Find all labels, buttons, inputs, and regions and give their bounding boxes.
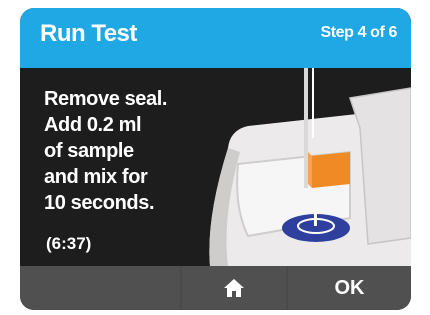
instruction-line: Remove seal. xyxy=(44,88,168,110)
home-button[interactable] xyxy=(182,266,286,310)
footer-bar: OK xyxy=(20,266,411,310)
blank-button[interactable] xyxy=(20,266,180,310)
instruction-line: 10 seconds. xyxy=(44,192,155,214)
ok-button[interactable]: OK xyxy=(288,266,411,310)
header-bar: Run Test Step 4 of 6 xyxy=(20,8,411,68)
countdown-timer: (6:37) xyxy=(46,234,92,253)
content-area: Remove seal. Add 0.2 ml of sample and mi… xyxy=(20,68,411,266)
home-icon xyxy=(224,279,244,297)
instruction-line: and mix for xyxy=(44,166,148,188)
instruction-line: of sample xyxy=(44,140,134,162)
screen-title: Run Test xyxy=(40,20,137,47)
instruction-text: Remove seal. Add 0.2 ml of sample and mi… xyxy=(44,86,224,216)
pipette xyxy=(304,68,308,188)
step-indicator: Step 4 of 6 xyxy=(320,24,397,41)
orange-cartridge xyxy=(310,152,350,188)
instruction-line: Add 0.2 ml xyxy=(44,114,142,136)
device-screen: Run Test Step 4 of 6 Remove seal. Add 0.… xyxy=(20,8,411,310)
device-illustration xyxy=(209,68,411,266)
